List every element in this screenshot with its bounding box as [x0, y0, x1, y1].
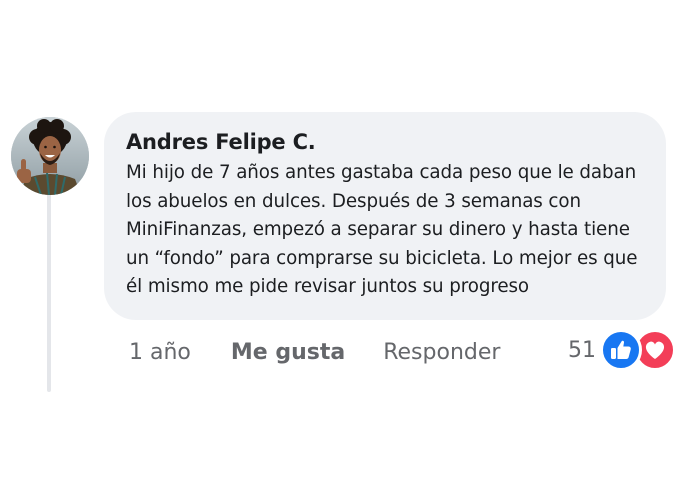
- reaction-icons: [600, 328, 680, 372]
- avatar-photo: [11, 117, 89, 195]
- comment-thread: Andres Felipe C. Mi hijo de 7 años antes…: [0, 0, 700, 500]
- comment-actions: 1 año Me gusta Responder: [129, 335, 500, 369]
- like-icon: [600, 329, 642, 371]
- thread-line: [47, 192, 51, 392]
- reactions-summary[interactable]: 51: [568, 328, 680, 372]
- comment-text: Mi hijo de 7 años antes gastaba cada pes…: [126, 162, 638, 297]
- like-button[interactable]: Me gusta: [231, 340, 345, 365]
- avatar[interactable]: [11, 117, 89, 195]
- reaction-count: 51: [568, 337, 596, 363]
- comment-bubble: Andres Felipe C. Mi hijo de 7 años antes…: [104, 112, 666, 320]
- comment-timestamp[interactable]: 1 año: [129, 340, 191, 365]
- comment-author[interactable]: Andres Felipe C.: [126, 128, 644, 156]
- reply-button[interactable]: Responder: [383, 340, 500, 365]
